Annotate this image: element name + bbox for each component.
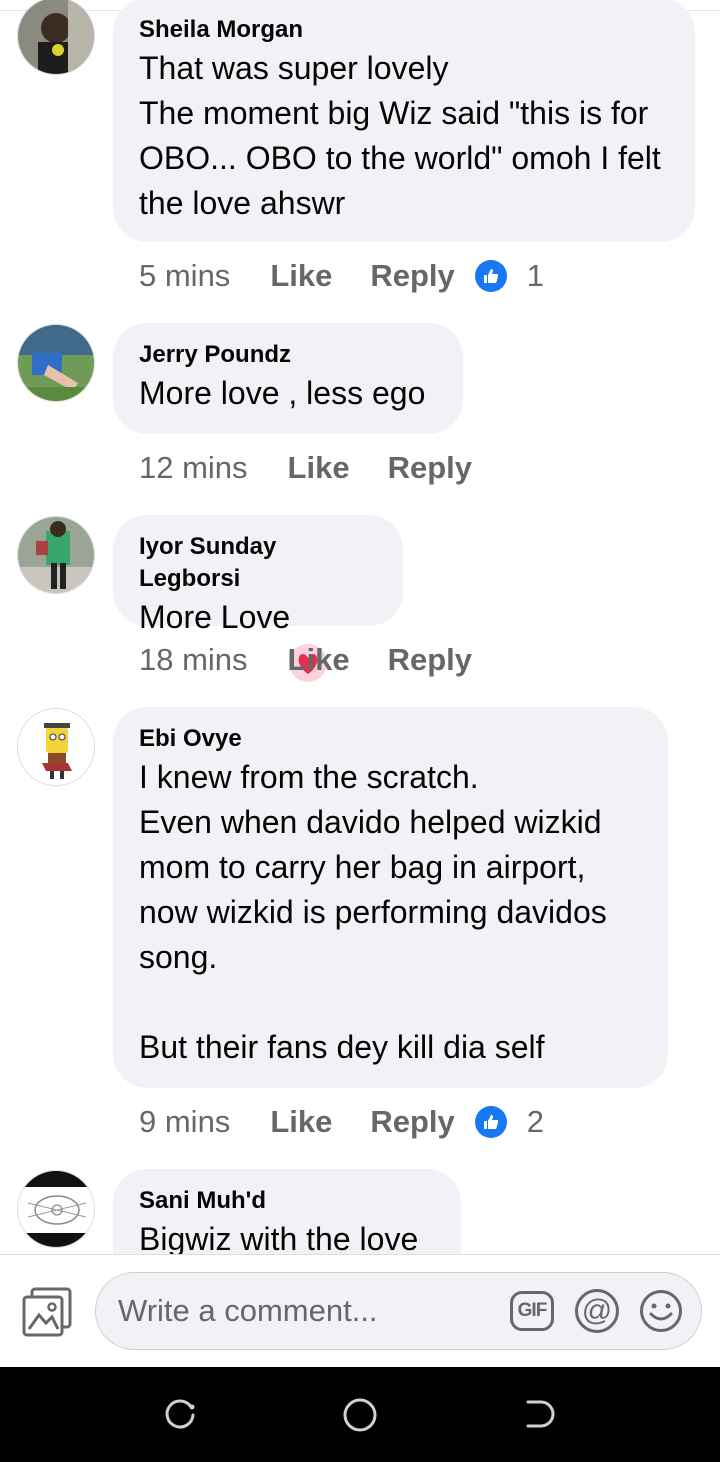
like-button[interactable]: Like: [288, 642, 350, 678]
comment-text-content: More Love: [139, 599, 291, 635]
comment-text: I knew from the scratch. Even when david…: [139, 759, 607, 1065]
like-button[interactable]: Like: [288, 450, 350, 486]
emoji-icon[interactable]: [639, 1289, 683, 1333]
commenter-name[interactable]: Ebi Ovye: [139, 723, 642, 755]
recent-apps-icon[interactable]: [163, 1397, 197, 1436]
like-thumb-icon[interactable]: [474, 1106, 507, 1138]
commenter-name[interactable]: Sheila Morgan: [139, 14, 669, 46]
avatar[interactable]: [17, 1170, 95, 1248]
comment-text: More Love: [139, 595, 377, 682]
comment-text: Bigwiz with the love: [139, 1221, 419, 1254]
like-button[interactable]: Like: [270, 258, 332, 294]
reply-button[interactable]: Reply: [388, 450, 472, 486]
gif-button[interactable]: GIF: [510, 1291, 554, 1331]
comment-input-placeholder: Write a comment...: [118, 1293, 378, 1328]
photo-icon[interactable]: [22, 1287, 74, 1337]
comment-actions: 5 mins Like Reply 1: [139, 256, 544, 296]
comment-time[interactable]: 9 mins: [139, 1104, 230, 1140]
comment-actions: 12 mins Like Reply: [139, 448, 492, 488]
heart-icon: [288, 598, 328, 682]
reply-button[interactable]: Reply: [388, 642, 472, 678]
comment-list[interactable]: Sheila Morgan That was super lovely The …: [0, 0, 720, 1254]
reaction-count[interactable]: 1: [527, 258, 544, 294]
comment-time[interactable]: 18 mins: [139, 642, 248, 678]
commenter-name[interactable]: Jerry Poundz: [139, 339, 437, 371]
comment-time[interactable]: 5 mins: [139, 258, 230, 294]
avatar[interactable]: [17, 708, 95, 786]
home-icon[interactable]: [341, 1396, 379, 1439]
like-button[interactable]: Like: [270, 1104, 332, 1140]
reaction-count[interactable]: 2: [527, 1104, 544, 1140]
comment-actions: 18 mins Like Reply: [139, 640, 492, 680]
comment-text: That was super lovely The moment big Wiz…: [139, 50, 661, 221]
comment-time[interactable]: 12 mins: [139, 450, 248, 486]
mention-button[interactable]: @: [575, 1289, 619, 1333]
commenter-name[interactable]: Iyor Sunday Legborsi: [139, 531, 377, 595]
comment-bubble[interactable]: Ebi Ovye I knew from the scratch. Even w…: [113, 707, 668, 1088]
comment-input[interactable]: Write a comment... GIF @: [95, 1272, 702, 1350]
system-nav-bar: [0, 1367, 720, 1462]
like-thumb-icon[interactable]: [474, 260, 507, 292]
comment-bubble[interactable]: Iyor Sunday Legborsi More Love: [113, 515, 403, 682]
comment-bubble[interactable]: Sheila Morgan That was super lovely The …: [113, 0, 695, 242]
comment-bubble[interactable]: Jerry Poundz More love , less ego: [113, 323, 463, 434]
avatar[interactable]: [17, 516, 95, 594]
back-icon[interactable]: [522, 1397, 556, 1436]
comment-bubble[interactable]: Sani Muh'd Bigwiz with the love: [113, 1169, 461, 1254]
comment-actions: 9 mins Like Reply 2: [139, 1102, 544, 1142]
comment-text: More love , less ego: [139, 375, 426, 411]
reply-button[interactable]: Reply: [370, 258, 454, 294]
comment-composer: Write a comment... GIF @: [0, 1254, 720, 1368]
commenter-name[interactable]: Sani Muh'd: [139, 1185, 435, 1217]
avatar[interactable]: [17, 324, 95, 402]
reply-button[interactable]: Reply: [370, 1104, 454, 1140]
avatar[interactable]: [17, 0, 95, 75]
